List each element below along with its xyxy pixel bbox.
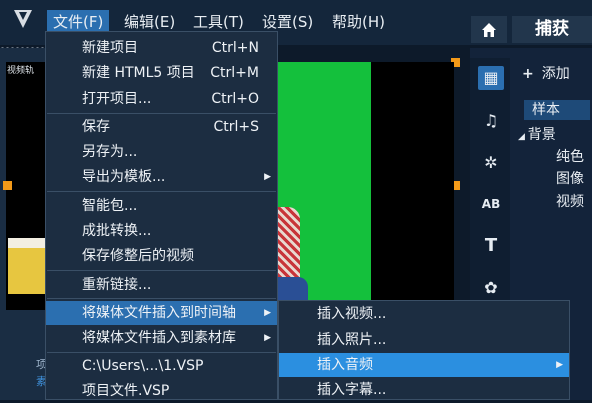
submenu-item-insert-subtitle[interactable]: 插入字幕... bbox=[279, 378, 569, 402]
expand-arrow-icon: ◢ bbox=[518, 132, 528, 142]
submenu-arrow-icon: ▶ bbox=[264, 333, 271, 343]
home-button[interactable] bbox=[471, 16, 507, 43]
home-icon bbox=[482, 23, 496, 37]
menu-item-save[interactable]: 保存 Ctrl+S bbox=[46, 115, 277, 139]
menu-item-relink[interactable]: 重新链接... bbox=[46, 273, 277, 297]
app-logo-icon bbox=[14, 10, 32, 28]
resize-handle[interactable] bbox=[3, 181, 12, 190]
submenu-item-insert-photo[interactable]: 插入照片... bbox=[279, 328, 569, 352]
menu-separator bbox=[47, 270, 276, 271]
submenu-item-insert-audio[interactable]: 插入音频 ▶ bbox=[279, 353, 569, 377]
ab-transition-icon[interactable]: AB bbox=[478, 192, 504, 216]
project-info-panel: 项 素 bbox=[0, 352, 47, 400]
title-t-icon[interactable]: T bbox=[478, 234, 504, 258]
effects-icon[interactable]: ✲ bbox=[478, 151, 504, 175]
capture-tab[interactable]: 捕获 bbox=[512, 16, 592, 43]
tree-item-sample[interactable]: 样本 bbox=[524, 100, 590, 120]
graphics-icon[interactable]: ✿ bbox=[478, 276, 504, 300]
menu-item-insert-to-timeline[interactable]: 将媒体文件插入到时间轴 ▶ bbox=[46, 301, 277, 325]
video-preview bbox=[278, 62, 454, 317]
submenu-arrow-icon: ▶ bbox=[556, 360, 563, 370]
tree-item-video[interactable]: 视频 bbox=[556, 191, 584, 211]
menu-item-smart-package[interactable]: 智能包... bbox=[46, 194, 277, 218]
menu-item-recent-file[interactable]: C:\Users\...\1.VSP bbox=[46, 354, 277, 378]
tree-item-image[interactable]: 图像 bbox=[556, 168, 584, 188]
menu-separator bbox=[47, 191, 276, 192]
menu-separator bbox=[47, 113, 276, 114]
track-label: 视频轨 bbox=[7, 66, 35, 76]
submenu-arrow-icon: ▶ bbox=[264, 172, 271, 182]
menu-item-insert-to-library[interactable]: 将媒体文件插入到素材库 ▶ bbox=[46, 326, 277, 350]
menu-item-batch-convert[interactable]: 成批转换... bbox=[46, 219, 277, 243]
menu-item-save-as[interactable]: 另存为... bbox=[46, 140, 277, 164]
file-menu: 新建项目 Ctrl+N 新建 HTML5 项目 Ctrl+M 打开项目... Ctrl… bbox=[45, 31, 278, 400]
menu-separator bbox=[47, 298, 276, 299]
submenu-arrow-icon: ▶ bbox=[264, 308, 271, 318]
menu-separator bbox=[47, 352, 276, 353]
media-icon[interactable]: ▦ bbox=[478, 66, 504, 90]
preview-object bbox=[8, 238, 45, 294]
menu-help[interactable]: 帮助(H) bbox=[326, 10, 391, 34]
menu-item-save-trimmed-video[interactable]: 保存修整后的视频 bbox=[46, 244, 277, 268]
submenu-item-insert-video[interactable]: 插入视频... bbox=[279, 302, 569, 326]
music-note-icon[interactable]: ♫ bbox=[478, 109, 504, 133]
add-button[interactable]: + 添加 bbox=[522, 63, 570, 83]
menu-item-new-html5[interactable]: 新建 HTML5 项目 Ctrl+M bbox=[46, 61, 277, 85]
tree-item-background[interactable]: ◢ 背景 bbox=[518, 124, 556, 144]
plus-icon: + bbox=[522, 66, 534, 82]
menu-item-recent-file[interactable]: 项目文件.VSP bbox=[46, 379, 277, 403]
menu-item-new-project[interactable]: 新建项目 Ctrl+N bbox=[46, 36, 277, 60]
preview-person bbox=[278, 207, 300, 277]
menu-item-open-project[interactable]: 打开项目... Ctrl+O bbox=[46, 87, 277, 111]
tree-item-solid[interactable]: 纯色 bbox=[556, 146, 584, 166]
insert-submenu: 插入视频... 插入照片... 插入音频 ▶ 插入字幕... bbox=[278, 300, 570, 400]
menu-item-export-template[interactable]: 导出为模板... ▶ bbox=[46, 165, 277, 189]
